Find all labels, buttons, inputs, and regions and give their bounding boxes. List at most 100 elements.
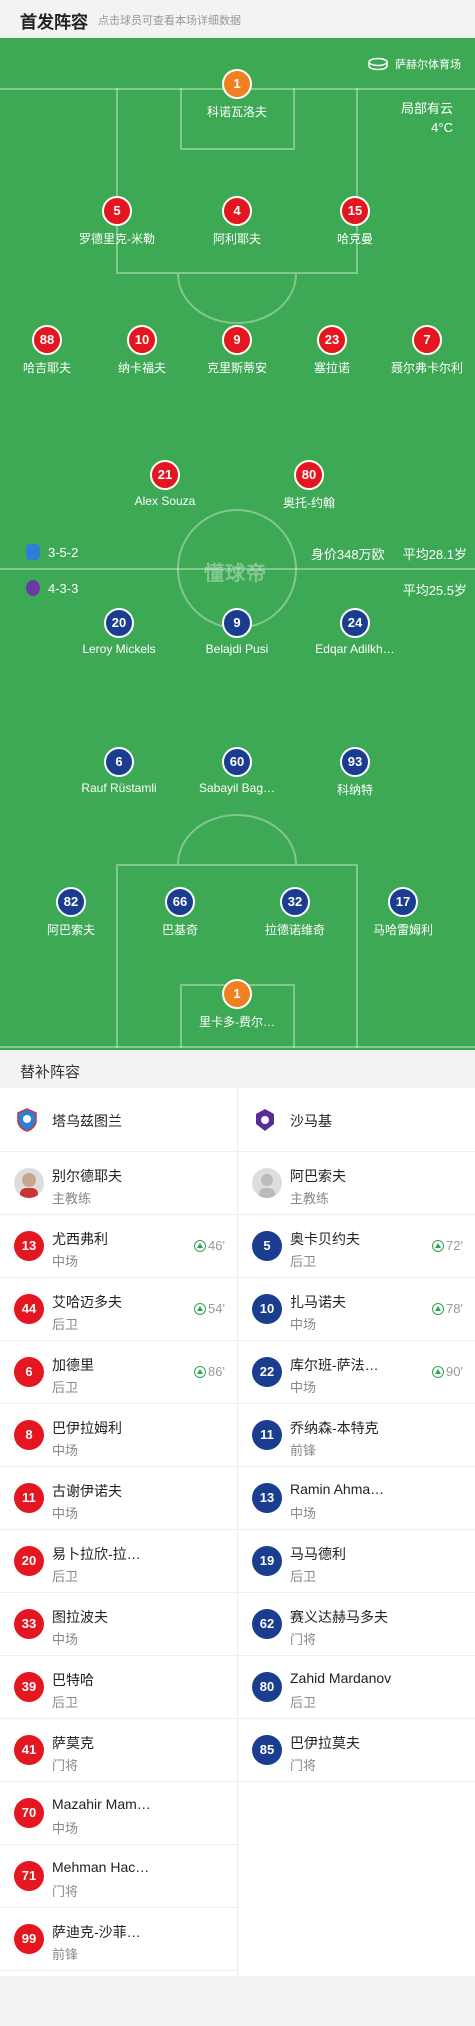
sub-player-row[interactable]: 13 尤西弗利 中场 46' xyxy=(0,1215,237,1278)
sub-number: 6 xyxy=(14,1357,44,1387)
away-player-name: Sabayil Bag… xyxy=(198,781,276,795)
sub-position: 后卫 xyxy=(290,1569,317,1584)
away-player[interactable]: 93 科纳特 xyxy=(290,747,420,798)
sub-player-row[interactable]: 71 Mehman Hac… 门将 xyxy=(0,1845,237,1908)
sub-player-row[interactable]: 20 易卜拉欣-拉… 后卫 xyxy=(0,1530,237,1593)
away-team-logo-icon xyxy=(256,1109,274,1131)
sub-position: 后卫 xyxy=(52,1317,79,1332)
sub-number: 11 xyxy=(252,1420,282,1450)
sub-name: 易卜拉欣-拉… xyxy=(52,1546,141,1562)
sub-player-row[interactable]: 13 Ramin Ahma… 中场 xyxy=(238,1467,475,1530)
sub-player-row[interactable]: 10 扎马诺夫 中场 78' xyxy=(238,1278,475,1341)
away-player-name: 巴基奇 xyxy=(161,923,198,937)
sub-number: 62 xyxy=(252,1609,282,1639)
sub-player-row[interactable]: 44 艾哈迈多夫 后卫 54' xyxy=(0,1278,237,1341)
sub-player-row[interactable]: 62 赛义达赫马多夫 门将 xyxy=(238,1593,475,1656)
home-formation: 3-5-2 xyxy=(48,544,79,560)
away-player[interactable]: 20 Leroy Mickels xyxy=(54,608,184,656)
away-player-name: 科纳特 xyxy=(336,783,373,797)
home-player[interactable]: 4 阿利耶夫 xyxy=(172,196,302,247)
home-player[interactable]: 5 罗德里克-米勒 xyxy=(52,196,182,247)
home-player-number: 10 xyxy=(127,325,157,355)
sub-name: 巴伊拉莫夫 xyxy=(290,1735,360,1751)
sub-number: 10 xyxy=(252,1294,282,1324)
sub-player-row[interactable]: 41 萨莫克 门将 xyxy=(0,1719,237,1782)
away-coach-row[interactable]: 阿巴索夫 主教练 xyxy=(238,1152,475,1215)
away-player[interactable]: 17 马哈雷姆利 xyxy=(338,887,468,938)
sub-player-row[interactable]: 8 巴伊拉姆利 中场 xyxy=(0,1404,237,1467)
sub-position: 门将 xyxy=(52,1884,79,1899)
sub-position: 后卫 xyxy=(52,1569,79,1584)
sub-name: 库尔班-萨法… xyxy=(290,1357,379,1373)
sub-player-row[interactable]: 99 萨迪克-沙菲… 前锋 xyxy=(0,1908,237,1971)
home-player-number: 9 xyxy=(222,325,252,355)
sub-position: 中场 xyxy=(290,1317,317,1332)
home-player[interactable]: 1 科诺瓦洛夫 xyxy=(172,69,302,120)
sub-position: 后卫 xyxy=(290,1695,317,1710)
home-player[interactable]: 80 奥托-约翰 xyxy=(244,460,374,511)
sub-in-time: 54' xyxy=(194,1301,225,1316)
sub-in-icon xyxy=(194,1239,207,1252)
home-player-number: 21 xyxy=(150,460,180,490)
sub-player-row[interactable]: 39 巴特哈 后卫 xyxy=(0,1656,237,1719)
away-player-name: 里卡多-费尔… xyxy=(199,1015,275,1029)
sub-player-row[interactable]: 33 图拉波夫 中场 xyxy=(0,1593,237,1656)
home-player-number: 7 xyxy=(412,325,442,355)
away-player-name: Belajdi Pusi xyxy=(205,642,269,656)
sub-number: 70 xyxy=(14,1798,44,1828)
home-player-number: 23 xyxy=(317,325,347,355)
sub-name: 赛义达赫马多夫 xyxy=(290,1609,388,1625)
away-player[interactable]: 60 Sabayil Bag… xyxy=(172,747,302,795)
home-player[interactable]: 21 Alex Souza xyxy=(100,460,230,508)
home-player-number: 88 xyxy=(32,325,62,355)
home-player[interactable]: 15 哈克曼 xyxy=(290,196,420,247)
away-player[interactable]: 9 Belajdi Pusi xyxy=(172,608,302,656)
home-coach-row[interactable]: 别尔德耶夫 主教练 xyxy=(0,1152,237,1215)
venue-name: 萨赫尔体育场 xyxy=(395,59,461,71)
sub-in-icon xyxy=(432,1365,445,1378)
sub-player-row[interactable]: 11 乔纳森-本特克 前锋 xyxy=(238,1404,475,1467)
home-player-name: 阿利耶夫 xyxy=(212,232,261,246)
sub-player-row[interactable]: 11 古谢伊诺夫 中场 xyxy=(0,1467,237,1530)
stadium-icon xyxy=(368,57,388,71)
away-player[interactable]: 24 Edqar Adilkh… xyxy=(290,608,420,656)
sub-number: 22 xyxy=(252,1357,282,1387)
sub-player-row[interactable]: 85 巴伊拉莫夫 门将 xyxy=(238,1719,475,1782)
sub-number: 20 xyxy=(14,1546,44,1576)
away-player-name: Rauf Rüstamli xyxy=(81,781,157,795)
home-stats: 身价348万欧 平均28.1岁 xyxy=(311,544,467,563)
away-player-number: 9 xyxy=(222,608,252,638)
sub-position: 门将 xyxy=(52,1758,79,1773)
sub-position: 前锋 xyxy=(52,1947,79,1962)
home-subs-list: 13 尤西弗利 中场 46' 44 艾哈迈多夫 后卫 54' 6 加德里 后卫 86' 8 巴伊拉姆利 中场… xyxy=(0,1215,237,1971)
sub-player-row[interactable]: 6 加德里 后卫 86' xyxy=(0,1341,237,1404)
away-player-number: 82 xyxy=(56,887,86,917)
sub-name: Ramin Ahma… xyxy=(290,1481,385,1497)
sub-name: Zahid Mardanov xyxy=(290,1670,392,1686)
home-avg-age: 平均28.1岁 xyxy=(402,547,467,562)
away-team-row[interactable]: 沙马基 xyxy=(238,1088,475,1152)
sub-player-row[interactable]: 22 库尔班-萨法… 中场 90' xyxy=(238,1341,475,1404)
away-player[interactable]: 66 巴基奇 xyxy=(115,887,245,938)
sub-player-row[interactable]: 19 马马德利 后卫 xyxy=(238,1530,475,1593)
sub-number: 13 xyxy=(252,1483,282,1513)
away-player[interactable]: 6 Rauf Rüstamli xyxy=(54,747,184,795)
sub-number: 80 xyxy=(252,1672,282,1702)
sub-number: 39 xyxy=(14,1672,44,1702)
sub-in-minute: 54' xyxy=(208,1301,225,1316)
bottom-spacer xyxy=(0,1976,475,2026)
home-player[interactable]: 7 聂尔弗卡尔利 xyxy=(362,325,475,376)
sub-in-minute: 46' xyxy=(208,1238,225,1253)
lineup-title: 首发阵容 xyxy=(20,13,88,32)
sub-in-time: 78' xyxy=(432,1301,463,1316)
sub-name: 萨莫克 xyxy=(52,1735,94,1751)
home-value: 身价348万欧 xyxy=(310,547,385,562)
home-coach-name: 别尔德耶夫 xyxy=(52,1168,122,1184)
away-player[interactable]: 1 里卡多-费尔… xyxy=(172,979,302,1030)
sub-player-row[interactable]: 5 奥卡贝约夫 后卫 72' xyxy=(238,1215,475,1278)
home-team-row[interactable]: 塔乌兹图兰 xyxy=(0,1088,237,1152)
sub-position: 中场 xyxy=(52,1254,79,1269)
weather: 局部有云 4°C xyxy=(401,99,453,137)
sub-player-row[interactable]: 70 Mazahir Mam… 中场 xyxy=(0,1782,237,1845)
sub-player-row[interactable]: 80 Zahid Mardanov 后卫 xyxy=(238,1656,475,1719)
